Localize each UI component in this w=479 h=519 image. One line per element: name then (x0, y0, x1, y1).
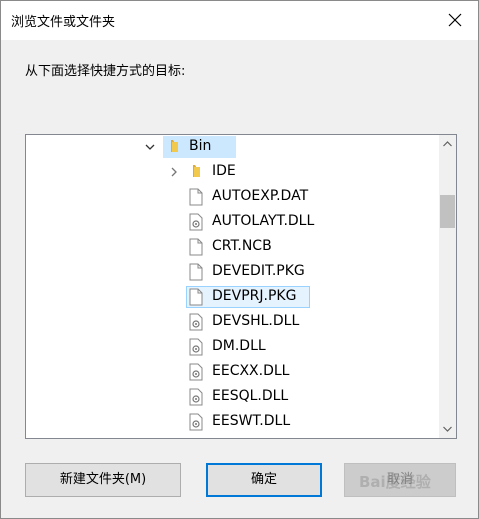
tree-item-label: DEVSHL.DLL (212, 313, 300, 329)
file-icon (189, 263, 203, 281)
tree-item-label: DEVPRJ.PKG (212, 288, 297, 304)
tree-item-label: EESQL.DLL (212, 388, 289, 404)
folder-icon (171, 140, 178, 152)
tree-item-dll[interactable]: EESQL.DLL (26, 386, 436, 408)
tree-item-file[interactable]: DEVPRJ.PKG (26, 286, 436, 308)
tree-item-label: IDE (212, 163, 236, 179)
tree-item-dll[interactable]: EESWT.DLL (26, 411, 436, 433)
tree-item-label: DEVEDIT.PKG (212, 263, 305, 279)
browse-dialog: 浏览文件或文件夹 从下面选择快捷方式的目标: Bin IDE AUTOEXP.D… (0, 0, 479, 519)
cancel-button[interactable]: 取消 (344, 463, 456, 497)
title-bar: 浏览文件或文件夹 (1, 1, 478, 40)
folder-icon (193, 165, 200, 177)
dll-gear-file-icon (189, 313, 203, 331)
window-title: 浏览文件或文件夹 (11, 15, 116, 30)
scrollbar-thumb[interactable] (440, 195, 455, 228)
tree-item-label: EESWT.DLL (212, 413, 291, 429)
file-icon (189, 288, 203, 306)
tree-item-file[interactable]: CRT.NCB (26, 236, 436, 258)
tree-item-label: AUTOEXP.DAT (212, 188, 309, 204)
dll-gear-file-icon (189, 338, 203, 356)
ok-button[interactable]: 确定 (206, 463, 322, 497)
chevron-right-icon[interactable] (168, 166, 180, 178)
tree-item-label: AUTOLAYT.DLL (212, 213, 315, 229)
tree-item-ide[interactable]: IDE (26, 161, 436, 183)
scroll-down-arrow-icon[interactable] (443, 426, 452, 432)
tree-item-dll[interactable]: DEVSHL.DLL (26, 311, 436, 333)
file-icon (189, 238, 203, 256)
chevron-down-icon[interactable] (144, 141, 156, 153)
new-folder-button[interactable]: 新建文件夹(M) (25, 463, 181, 497)
dll-gear-file-icon (189, 413, 203, 431)
tree-item-label: EECXX.DLL (212, 363, 290, 379)
tree-item-file[interactable]: AUTOEXP.DAT (26, 186, 436, 208)
tree-item-dll[interactable]: AUTOLAYT.DLL (26, 211, 436, 233)
tree-item-file[interactable]: DEVEDIT.PKG (26, 261, 436, 283)
dll-gear-file-icon (189, 213, 203, 231)
dll-gear-file-icon (189, 388, 203, 406)
folder-tree[interactable]: Bin IDE AUTOEXP.DAT AUTOLAYT.DLL CRT.NCB… (25, 134, 457, 439)
close-icon (448, 13, 462, 27)
tree-item-bin[interactable]: Bin (26, 136, 436, 158)
tree-item-dll[interactable]: DM.DLL (26, 336, 436, 358)
tree-item-label: DM.DLL (212, 338, 266, 354)
file-icon (189, 188, 203, 206)
tree-item-label: Bin (189, 138, 212, 154)
tree-item-label: CRT.NCB (212, 238, 272, 254)
instruction-label: 从下面选择快捷方式的目标: (25, 64, 186, 79)
close-button[interactable] (432, 1, 478, 40)
dll-gear-file-icon (189, 363, 203, 381)
tree-item-dll[interactable]: EECXX.DLL (26, 361, 436, 383)
scroll-up-arrow-icon[interactable] (443, 141, 452, 147)
vertical-scrollbar[interactable] (439, 135, 456, 438)
